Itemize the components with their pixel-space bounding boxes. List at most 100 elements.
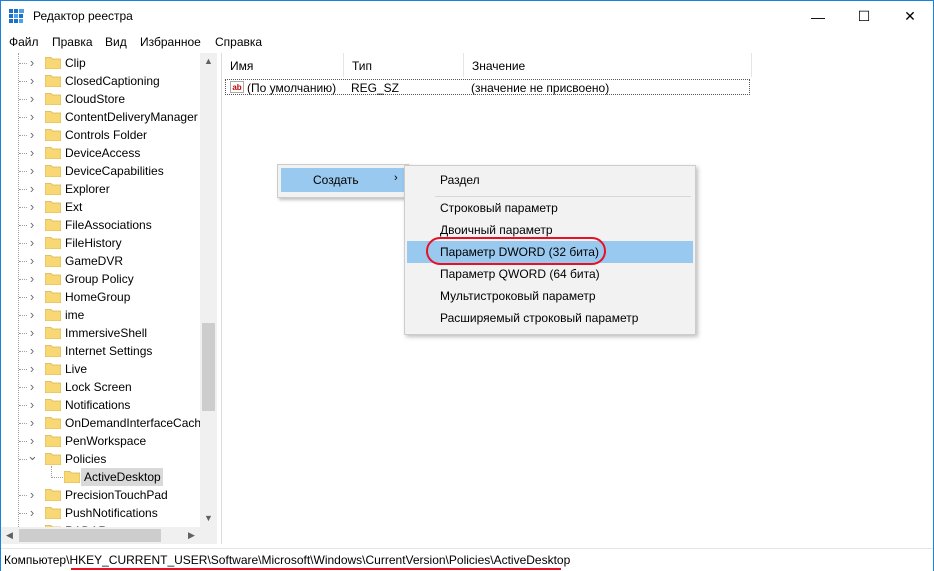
column-header-value[interactable]: Значение [464, 53, 752, 77]
submenu-item-label: Параметр QWORD (64 бита) [440, 267, 600, 281]
chevron-right-icon[interactable]: › [27, 308, 37, 322]
tree-connector [19, 369, 27, 370]
value-row-default[interactable]: ab (По умолчанию) REG_SZ (значение не пр… [225, 79, 750, 95]
scroll-down-icon[interactable]: ▼ [200, 510, 217, 527]
menu-file[interactable]: Файл [9, 35, 39, 49]
submenu-item-qword[interactable]: Параметр QWORD (64 бита) [407, 263, 693, 285]
submenu-item-label: Мультистроковый параметр [440, 289, 596, 303]
chevron-right-icon[interactable]: › [27, 56, 37, 70]
chevron-right-icon[interactable]: › [27, 146, 37, 160]
maximize-button[interactable]: ☐ [841, 1, 887, 32]
tree-connector [19, 387, 27, 388]
tree-item[interactable]: › Live [1, 360, 201, 378]
submenu-item-expandable-string[interactable]: Расширяемый строковый параметр [407, 307, 693, 329]
minimize-button[interactable]: — [795, 1, 841, 32]
chevron-down-icon[interactable]: ⌄ [27, 449, 38, 466]
tree-horizontal-scrollbar[interactable]: ◀ ▶ [1, 527, 200, 544]
tree-connector [19, 81, 27, 82]
chevron-right-icon[interactable]: › [27, 290, 37, 304]
tree-horizontal-scroll-thumb[interactable] [19, 529, 161, 542]
tree-item[interactable]: › HomeGroup [1, 288, 201, 306]
title-bar[interactable]: Редактор реестра — ☐ ✕ [1, 1, 933, 32]
chevron-right-icon[interactable]: › [27, 488, 37, 502]
column-header-type[interactable]: Тип [344, 53, 464, 77]
tree-connector [19, 513, 27, 514]
chevron-right-icon[interactable]: › [27, 506, 37, 520]
submenu-item-dword[interactable]: Параметр DWORD (32 бита) [407, 241, 693, 263]
chevron-right-icon[interactable]: › [27, 272, 37, 286]
tree-connector [19, 189, 27, 190]
chevron-right-icon[interactable]: › [27, 164, 37, 178]
chevron-right-icon[interactable]: › [27, 380, 37, 394]
tree-item[interactable]: › Group Policy [1, 270, 201, 288]
chevron-right-icon[interactable]: › [27, 74, 37, 88]
menu-view[interactable]: Вид [105, 35, 127, 49]
scroll-right-icon[interactable]: ▶ [183, 527, 200, 544]
submenu-item-multistring[interactable]: Мультистроковый параметр [407, 285, 693, 307]
chevron-right-icon[interactable]: › [27, 200, 37, 214]
submenu-item-key[interactable]: Раздел [407, 169, 693, 191]
chevron-right-icon[interactable]: › [27, 110, 37, 124]
tree-item-label: FileAssociations [65, 218, 152, 232]
chevron-right-icon[interactable]: › [27, 128, 37, 142]
scroll-up-icon[interactable]: ▲ [200, 53, 217, 70]
submenu-item-string[interactable]: Строковый параметр [407, 197, 693, 219]
tree-item[interactable]: › FileAssociations [1, 216, 201, 234]
tree-item[interactable]: › DeviceCapabilities [1, 162, 201, 180]
folder-icon [44, 272, 62, 286]
folder-icon [44, 182, 62, 196]
folder-icon [44, 344, 62, 358]
tree-item[interactable]: › PrecisionTouchPad [1, 486, 201, 504]
scroll-left-icon[interactable]: ◀ [1, 527, 18, 544]
tree-item[interactable]: › Lock Screen [1, 378, 201, 396]
chevron-right-icon[interactable]: › [27, 236, 37, 250]
menu-help[interactable]: Справка [215, 35, 262, 49]
tree-item[interactable]: › ClosedCaptioning [1, 72, 201, 90]
tree-item-label: DeviceAccess [65, 146, 141, 160]
minimize-icon: — [811, 8, 825, 25]
tree-connector [19, 153, 27, 154]
chevron-right-icon[interactable]: › [27, 254, 37, 268]
tree-connector [51, 477, 63, 478]
tree-item[interactable]: › Explorer [1, 180, 201, 198]
key-tree[interactable]: › Clip › ClosedCaptioning › CloudStore › Conten… [1, 53, 217, 527]
tree-item[interactable]: › Internet Settings [1, 342, 201, 360]
tree-item[interactable]: › Notifications [1, 396, 201, 414]
tree-item[interactable]: › DeviceAccess [1, 144, 201, 162]
chevron-right-icon[interactable]: › [27, 218, 37, 232]
chevron-right-icon[interactable]: › [27, 434, 37, 448]
chevron-right-icon[interactable]: › [27, 362, 37, 376]
folder-icon [44, 254, 62, 268]
tree-item[interactable]: › Ext [1, 198, 201, 216]
column-header-name[interactable]: Имя [222, 53, 344, 77]
chevron-right-icon[interactable]: › [27, 344, 37, 358]
folder-icon [44, 326, 62, 340]
chevron-right-icon[interactable]: › [27, 326, 37, 340]
context-menu-create[interactable]: Создать › [281, 168, 405, 192]
chevron-right-icon[interactable]: › [27, 182, 37, 196]
tree-vertical-scroll-thumb[interactable] [202, 323, 215, 411]
chevron-right-icon[interactable]: › [27, 416, 37, 430]
chevron-right-icon[interactable]: › [27, 398, 37, 412]
tree-item[interactable]: › CloudStore [1, 90, 201, 108]
tree-vertical-scrollbar[interactable]: ▲ ▼ [200, 53, 217, 527]
tree-item[interactable]: › FileHistory [1, 234, 201, 252]
tree-item[interactable]: › GameDVR [1, 252, 201, 270]
tree-connector [19, 207, 27, 208]
tree-item[interactable]: ActiveDesktop [1, 468, 201, 486]
tree-connector [19, 243, 27, 244]
menu-favorites[interactable]: Избранное [140, 35, 201, 49]
tree-item[interactable]: › ImmersiveShell [1, 324, 201, 342]
menu-edit[interactable]: Правка [52, 35, 93, 49]
tree-item[interactable]: › PushNotifications [1, 504, 201, 522]
tree-item[interactable]: › OnDemandInterfaceCach [1, 414, 201, 432]
chevron-right-icon[interactable]: › [27, 92, 37, 106]
tree-item[interactable]: › Controls Folder [1, 126, 201, 144]
close-button[interactable]: ✕ [887, 1, 933, 32]
tree-item[interactable]: › ime [1, 306, 201, 324]
submenu-item-binary[interactable]: Двоичный параметр [407, 219, 693, 241]
tree-item[interactable]: › ContentDeliveryManager [1, 108, 201, 126]
tree-item[interactable]: ⌄ Policies [1, 449, 201, 468]
tree-item[interactable]: › Clip [1, 54, 201, 72]
folder-icon [44, 488, 62, 502]
